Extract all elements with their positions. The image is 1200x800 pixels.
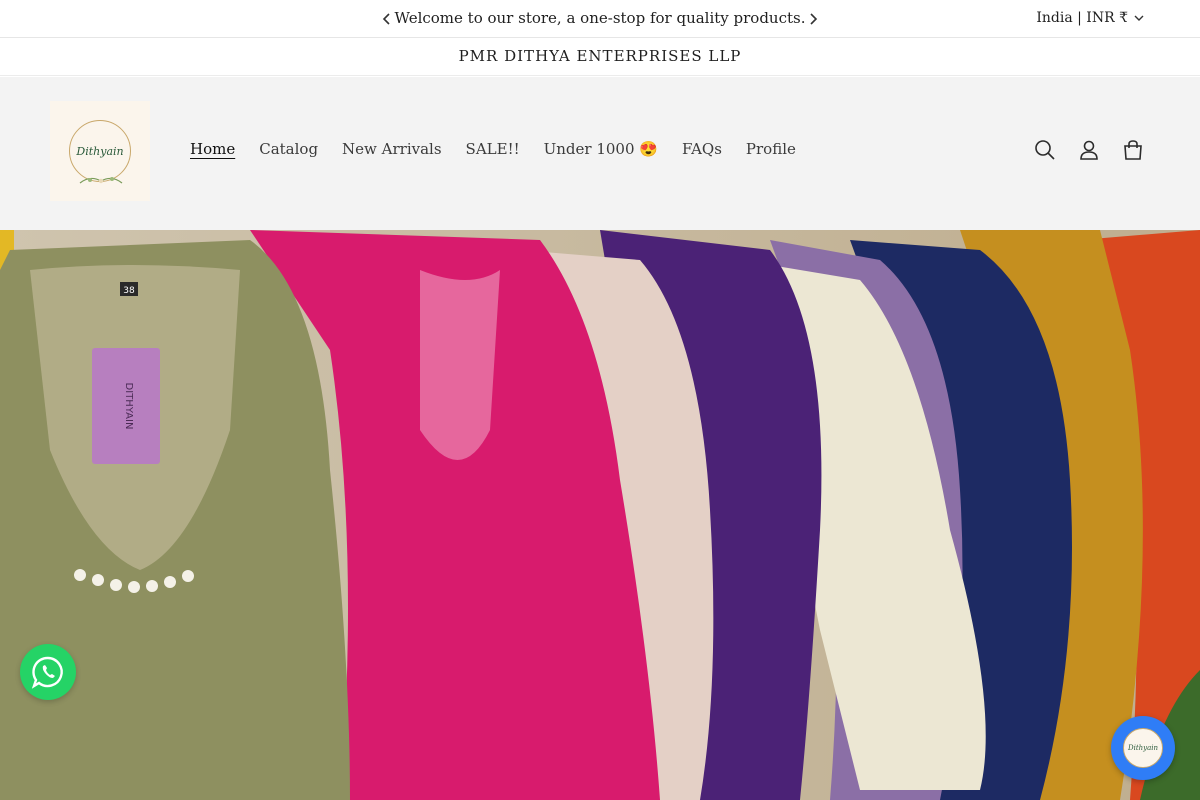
cart-button[interactable]: [1122, 139, 1144, 161]
header-icons: [1034, 139, 1144, 161]
account-icon: [1080, 140, 1098, 160]
magenta-embroidery: [420, 270, 500, 460]
nav-item-under-1000[interactable]: Under 1000 😍: [544, 140, 658, 158]
chevron-down-icon: [1134, 15, 1144, 21]
nav-item-profile[interactable]: Profile: [746, 140, 796, 158]
chatbot-avatar: Dithyain: [1123, 728, 1163, 768]
whatsapp-icon: [31, 656, 63, 689]
search-icon: [1035, 140, 1055, 160]
size-label: 38: [123, 286, 135, 296]
logo-text: Dithyain: [76, 144, 124, 158]
hero-image: DITHYAIN 38: [0, 230, 1200, 800]
nav-item-catalog[interactable]: Catalog: [259, 140, 318, 158]
nav-item-home[interactable]: Home: [190, 140, 235, 158]
leaf-icon: [79, 177, 123, 184]
cart-icon: [1124, 140, 1142, 160]
company-bar: PMR DITHYA ENTERPRISES LLP: [0, 38, 1200, 76]
store-logo[interactable]: Dithyain: [50, 101, 150, 201]
chatbot-button[interactable]: Dithyain: [1111, 716, 1175, 780]
tag-text: DITHYAIN: [123, 383, 134, 430]
company-name: PMR DITHYA ENTERPRISES LLP: [458, 47, 742, 65]
logo-ring: Dithyain: [69, 120, 131, 184]
nav-item-new-arrivals[interactable]: New Arrivals: [342, 140, 442, 158]
locale-label: India | INR ₹: [1036, 10, 1128, 26]
locale-selector[interactable]: India | INR ₹: [1036, 10, 1144, 26]
nav-item-sale[interactable]: SALE!!: [466, 140, 520, 158]
announcement-next-button[interactable]: [803, 9, 823, 29]
whatsapp-button[interactable]: [20, 644, 76, 700]
search-button[interactable]: [1034, 139, 1056, 161]
hero-banner[interactable]: DITHYAIN 38: [0, 230, 1200, 800]
site-header: Dithyain Home Catalog New Arrivals SALE!…: [0, 77, 1200, 230]
announcement-bar: Welcome to our store, a one-stop for qua…: [0, 0, 1200, 38]
nav-item-faqs[interactable]: FAQs: [682, 140, 722, 158]
announcement-message: Welcome to our store, a one-stop for qua…: [394, 9, 806, 27]
main-nav: Home Catalog New Arrivals SALE!! Under 1…: [190, 140, 796, 158]
account-button[interactable]: [1078, 139, 1100, 161]
chevron-right-icon: [810, 13, 818, 25]
